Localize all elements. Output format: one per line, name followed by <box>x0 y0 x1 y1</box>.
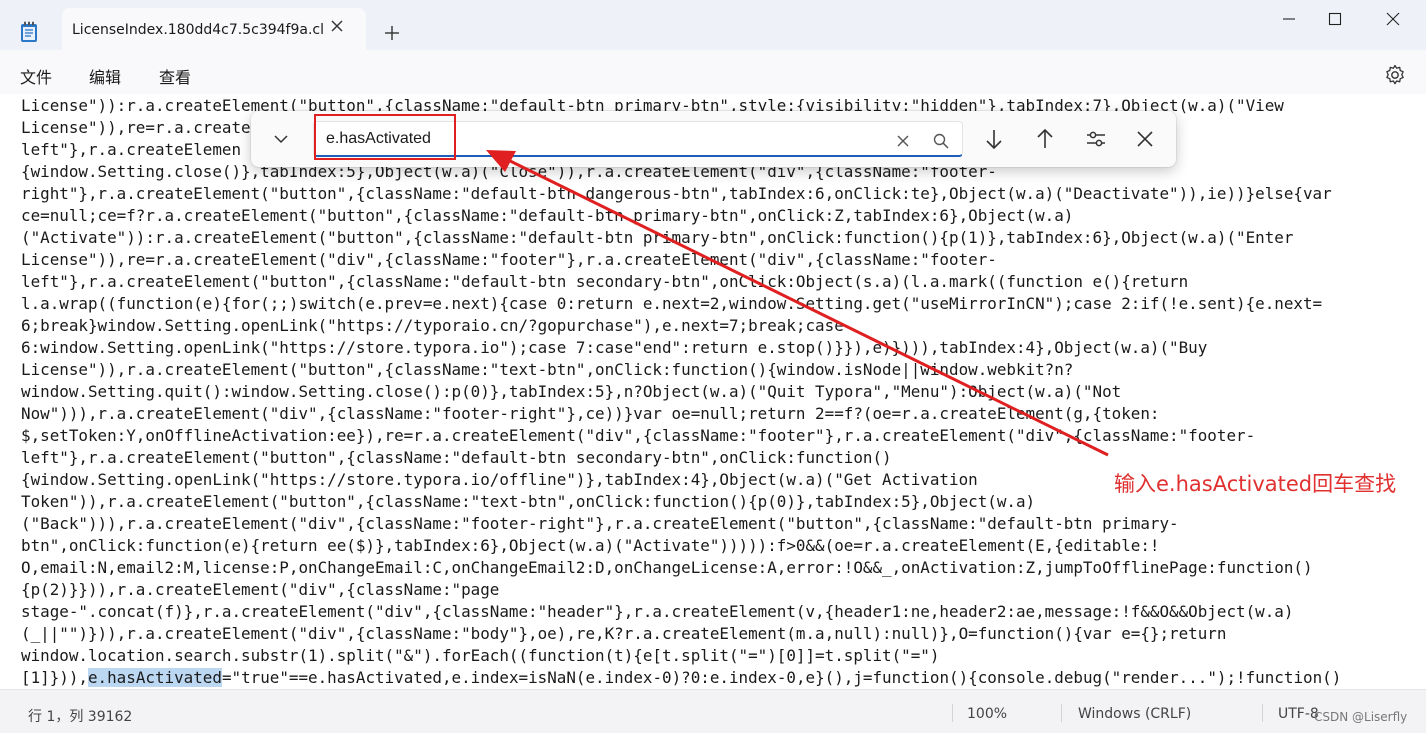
status-bar: 行 1，列 39162 100% Windows (CRLF) UTF-8 CS… <box>0 689 1426 733</box>
code-line: O,email:N,email2:M,license:P,onChangeEma… <box>21 558 1313 577</box>
code-text-segment: ="true"==e.hasActivated,e.index=isNaN(e.… <box>221 668 1342 687</box>
code-line: 6:window.Setting.openLink("https://store… <box>21 338 1208 357</box>
arrow-up-icon[interactable] <box>1031 125 1059 153</box>
code-line: {window.Setting.openLink("https://store.… <box>21 470 978 489</box>
tab-licenseindex[interactable]: LicenseIndex.180dd4c7.5c394f9a.cl <box>62 8 366 50</box>
code-line: {p(2)}})),r.a.createElement("div",{class… <box>21 580 500 599</box>
watermark: CSDN @Liserfly <box>1314 710 1408 724</box>
code-line: right"},r.a.createElement("button",{clas… <box>21 184 1332 203</box>
code-line: License")),r.a.createElement("button",{c… <box>21 360 1074 379</box>
title-bar: LicenseIndex.180dd4c7.5c394f9a.cl <box>0 0 1426 50</box>
minimize-icon <box>1283 18 1295 20</box>
clear-icon[interactable] <box>893 131 913 151</box>
code-line: 6;break}window.Setting.openLink("https:/… <box>21 316 844 335</box>
minimize-button[interactable] <box>1266 0 1312 38</box>
text-editor[interactable]: License")):r.a.createElement("button",{c… <box>0 94 1426 689</box>
maximize-button[interactable] <box>1312 0 1358 38</box>
arrow-down-icon[interactable] <box>980 125 1008 153</box>
code-line: License")),re=r.a.createElement("div",{c… <box>21 250 997 269</box>
code-text: License")):r.a.createElement("button",{c… <box>21 95 1341 689</box>
zoom-level: 100% <box>967 706 1008 722</box>
close-tab-icon[interactable] <box>327 16 347 36</box>
code-line: (_||"")})),r.a.createElement("div",{clas… <box>21 624 1227 643</box>
filter-options-icon[interactable] <box>1082 125 1110 153</box>
status-divider <box>1262 704 1263 722</box>
settings-gear-icon[interactable] <box>1383 63 1407 87</box>
notepad-app-icon <box>21 21 37 42</box>
code-text-segment: [1]})), <box>21 668 88 687</box>
code-line: btn",onClick:function(e){return ee($)},t… <box>21 536 1160 555</box>
chevron-down-icon[interactable] <box>269 127 293 151</box>
status-divider <box>1061 704 1062 722</box>
code-line: stage-".concat(f)},r.a.createElement("di… <box>21 602 1294 621</box>
search-match-highlight: e.hasActivated <box>87 668 222 687</box>
code-line: left"},r.a.createElement("button",{class… <box>21 272 1189 291</box>
close-find-icon[interactable] <box>1131 125 1159 153</box>
status-divider <box>952 704 953 722</box>
search-icon[interactable] <box>931 131 951 151</box>
close-window-button[interactable] <box>1370 0 1416 38</box>
cursor-position: 行 1，列 39162 <box>28 709 133 725</box>
code-line-last: [1]})),e.hasActivated="true"==e.hasActiv… <box>21 668 1341 687</box>
tab-title: LicenseIndex.180dd4c7.5c394f9a.cl <box>72 22 325 38</box>
code-line: ("Activate")):r.a.createElement("button"… <box>21 228 1294 247</box>
code-line: ("Back"))),r.a.createElement("div",{clas… <box>21 514 1179 533</box>
code-line: left"},r.a.createElemen <box>21 140 242 159</box>
code-line: $,setToken:Y,onOfflineActivation:ee}),re… <box>21 426 1256 445</box>
code-line: ce=null;ce=f?r.a.createElement("button",… <box>21 206 1074 225</box>
code-line: window.Setting.quit():window.Setting.clo… <box>21 382 1122 401</box>
menu-bar: 文件 编辑 查看 <box>0 50 1426 94</box>
line-ending: Windows (CRLF) <box>1078 706 1192 722</box>
menu-file[interactable]: 文件 <box>20 64 52 88</box>
code-line: left"},r.a.createElement("button",{class… <box>21 448 892 467</box>
maximize-icon <box>1328 12 1342 26</box>
close-icon <box>1386 12 1400 26</box>
code-line: Token")),r.a.createElement("button",{cla… <box>21 492 1036 511</box>
code-line: window.location.search.substr(1).split("… <box>21 646 940 665</box>
code-line: l.a.wrap((function(e){for(;;)switch(e.pr… <box>21 294 1323 313</box>
new-tab-icon[interactable] <box>380 21 404 45</box>
annotation-highlight-box <box>314 114 456 160</box>
encoding: UTF-8 <box>1278 706 1319 722</box>
code-line: Now"))),r.a.createElement("div",{classNa… <box>21 404 1160 423</box>
menu-edit[interactable]: 编辑 <box>89 64 121 88</box>
menu-view[interactable]: 查看 <box>159 64 191 88</box>
code-line: License")),re=r.a.create <box>21 118 251 137</box>
annotation-text: 输入e.hasActivated回车查找 <box>1114 472 1397 496</box>
